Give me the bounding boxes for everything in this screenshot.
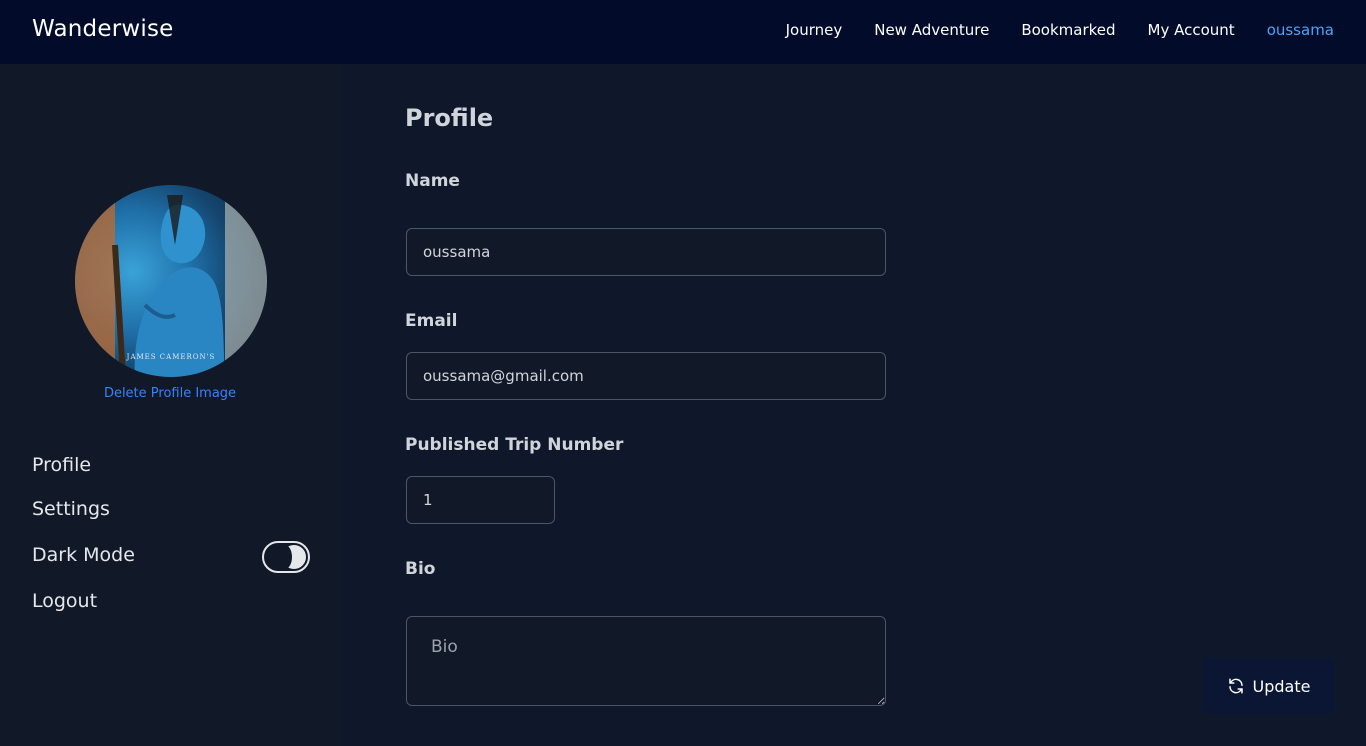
page-title: Profile	[405, 104, 494, 132]
bio-textarea[interactable]	[406, 616, 886, 706]
delete-profile-image-link[interactable]: Delete Profile Image	[0, 386, 340, 401]
dark-mode-toggle[interactable]	[262, 541, 310, 573]
nav-journey[interactable]: Journey	[786, 21, 843, 39]
nav-new-adventure[interactable]: New Adventure	[874, 21, 989, 39]
brand-logo[interactable]: Wanderwise	[32, 16, 173, 42]
avatar-caption: JAMES CAMERON'S	[126, 353, 216, 361]
top-navbar: Wanderwise Journey New Adventure Bookmar…	[0, 0, 1366, 64]
update-button-label: Update	[1252, 676, 1311, 696]
profile-form: Profile Name Email Published Trip Number…	[340, 64, 1366, 746]
nav-bookmarked[interactable]: Bookmarked	[1021, 21, 1115, 39]
nav-user-name[interactable]: oussama	[1267, 21, 1334, 39]
avatar[interactable]: JAMES CAMERON'S	[75, 185, 267, 377]
main-nav: Journey New Adventure Bookmarked My Acco…	[786, 21, 1334, 39]
sidebar-item-settings[interactable]: Settings	[32, 498, 110, 520]
bio-label: Bio	[405, 559, 436, 579]
trip-number-input[interactable]	[406, 476, 555, 524]
email-label: Email	[405, 311, 458, 331]
account-sidebar: JAMES CAMERON'S Delete Profile Image Pro…	[0, 64, 340, 746]
sidebar-item-dark-mode: Dark Mode	[32, 544, 135, 566]
refresh-icon	[1228, 678, 1243, 694]
sidebar-item-profile[interactable]: Profile	[32, 454, 91, 476]
sidebar-item-logout[interactable]: Logout	[32, 590, 97, 612]
nav-my-account[interactable]: My Account	[1148, 21, 1235, 39]
moon-icon	[278, 545, 306, 569]
avatar-image: JAMES CAMERON'S	[75, 185, 267, 377]
update-button[interactable]: Update	[1203, 658, 1334, 714]
name-label: Name	[405, 171, 460, 191]
name-input[interactable]	[406, 228, 886, 276]
email-input[interactable]	[406, 352, 886, 400]
trips-label: Published Trip Number	[405, 435, 624, 455]
